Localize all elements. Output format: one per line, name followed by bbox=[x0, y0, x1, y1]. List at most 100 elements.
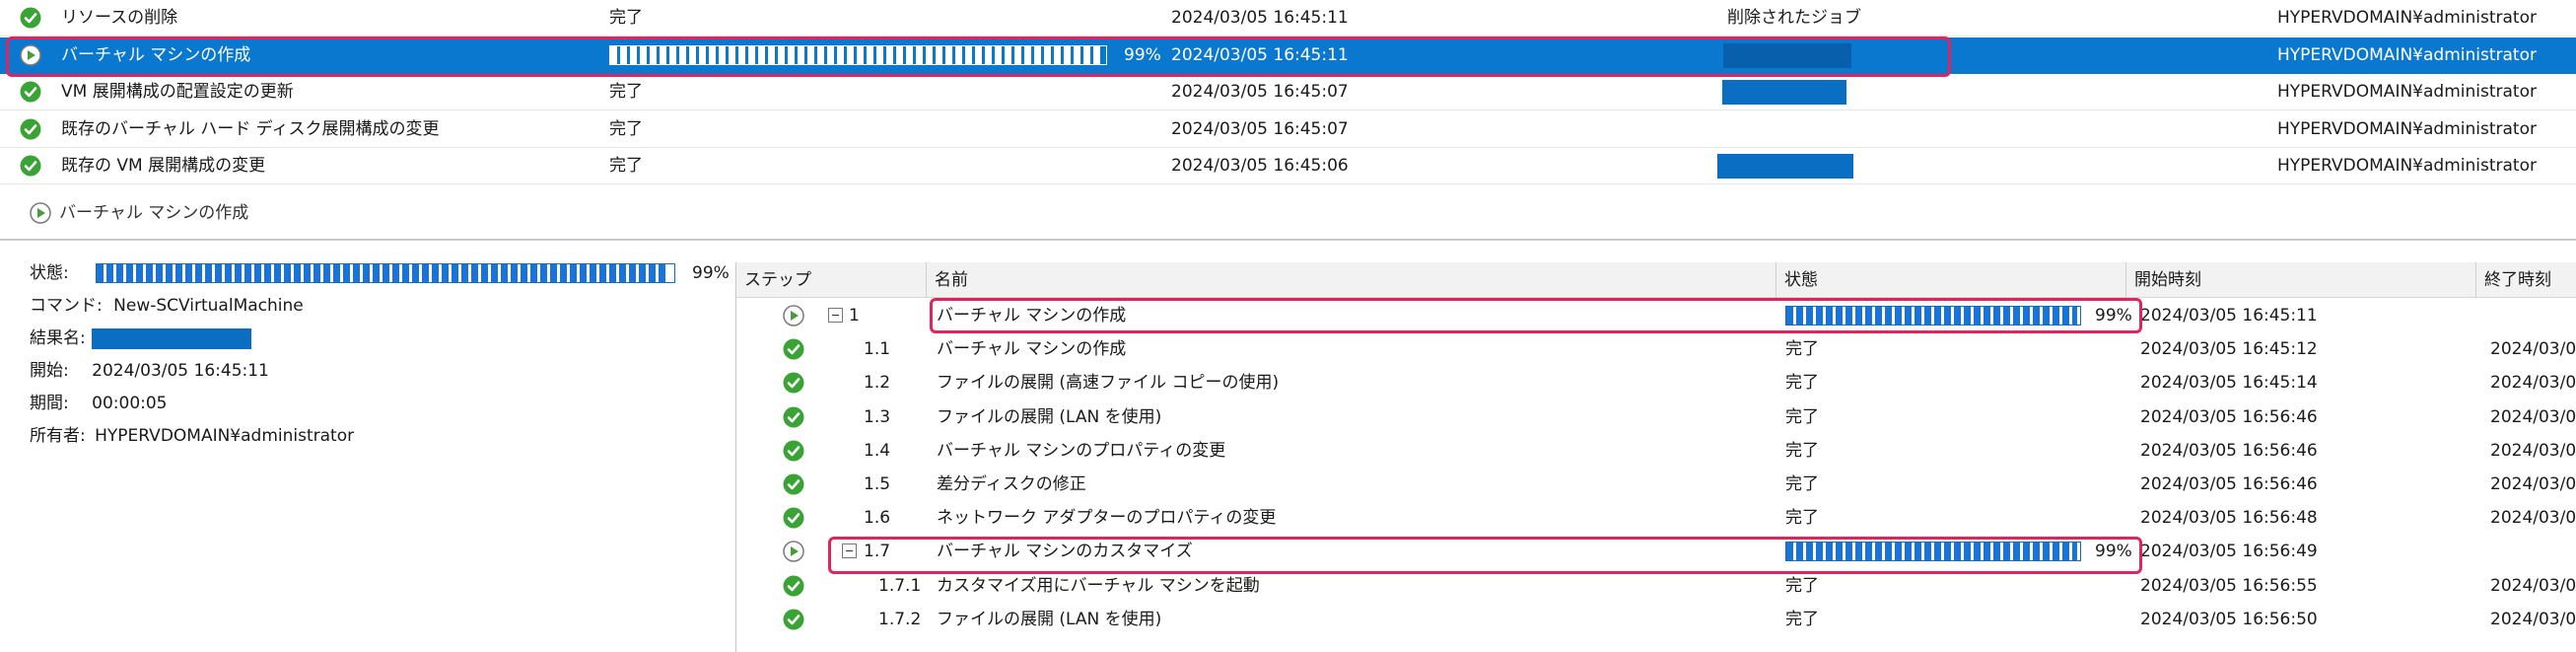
step-row[interactable]: 1.7.2 ファイルの展開 (LAN を使用) 完了 2024/03/05 16:56… bbox=[735, 603, 2576, 636]
step-status: 完了 bbox=[1785, 339, 1819, 360]
check-icon bbox=[783, 507, 804, 529]
step-name: ファイルの展開 (LAN を使用) bbox=[937, 609, 1162, 629]
job-row[interactable]: 既存のバーチャル ハード ディスク展開構成の変更 完了 2024/03/05 16:… bbox=[0, 111, 2576, 148]
collapse-toggle[interactable] bbox=[842, 543, 857, 559]
step-progress-fill bbox=[1786, 307, 2078, 325]
col-step[interactable]: ステップ bbox=[736, 262, 926, 298]
job-row[interactable]: VM 展開構成の配置設定の更新 完了 2024/03/05 16:45:07 HYPE… bbox=[0, 74, 2576, 110]
check-icon bbox=[783, 406, 804, 428]
step-name: カスタマイズ用にバーチャル マシンを起動 bbox=[937, 575, 1260, 596]
step-progress-bar bbox=[1785, 542, 2081, 562]
check-icon bbox=[20, 155, 41, 177]
step-number: 1.7.1 bbox=[878, 575, 922, 596]
detail-title: バーチャル マシンの作成 bbox=[59, 203, 249, 223]
detail-start-row: 開始: 2024/03/05 16:45:11 bbox=[30, 356, 269, 386]
job-start-time: 2024/03/05 16:45:11 bbox=[1171, 8, 1349, 28]
step-name: バーチャル マシンの作成 bbox=[937, 306, 1127, 326]
step-name: ファイルの展開 (高速ファイル コピーの使用) bbox=[937, 373, 1280, 394]
command-label: コマンド: bbox=[30, 296, 103, 316]
col-name[interactable]: 名前 bbox=[926, 262, 1775, 298]
job-row[interactable]: バーチャル マシンの作成 99% 2024/03/05 16:45:11 HYPERV… bbox=[0, 36, 2576, 74]
step-row[interactable]: 1.6 ネットワーク アダプターのプロパティの変更 完了 2024/03/05 16:… bbox=[735, 501, 2576, 535]
job-result-redacted bbox=[1722, 80, 1846, 105]
step-row[interactable]: 1.7 バーチャル マシンのカスタマイズ 99% 2024/03/05 16:56:4… bbox=[735, 535, 2576, 568]
play-icon bbox=[30, 202, 51, 224]
step-progress-fill bbox=[1786, 543, 2078, 561]
col-end[interactable]: 終了時刻 bbox=[2475, 262, 2576, 298]
step-end-time: 2024/03/0 bbox=[2490, 609, 2576, 629]
play-icon bbox=[783, 305, 804, 326]
pane-divider bbox=[0, 239, 2576, 241]
start-value: 2024/03/05 16:45:11 bbox=[92, 361, 269, 381]
step-number: 1.3 bbox=[864, 406, 891, 427]
step-number: 1.7.2 bbox=[878, 609, 922, 629]
owner-label: 所有者: bbox=[30, 426, 86, 446]
check-icon bbox=[783, 473, 804, 495]
job-name: 既存の VM 展開構成の変更 bbox=[61, 156, 266, 176]
detail-header: バーチャル マシンの作成 bbox=[0, 193, 2576, 233]
step-row[interactable]: 1.5 差分ディスクの修正 完了 2024/03/05 16:56:46 2024/03… bbox=[735, 468, 2576, 501]
job-result-redacted bbox=[1717, 154, 1853, 179]
step-start-time: 2024/03/05 16:56:48 bbox=[2140, 508, 2318, 529]
step-number: 1.7 bbox=[864, 542, 891, 562]
col-start[interactable]: 開始時刻 bbox=[2125, 262, 2475, 298]
step-status: 完了 bbox=[1785, 575, 1819, 596]
detail-result-row: 結果名: bbox=[30, 324, 86, 353]
detail-duration-row: 期間: 00:00:05 bbox=[30, 389, 168, 418]
step-number: 1.5 bbox=[864, 474, 891, 494]
owner-value: HYPERVDOMAIN¥administrator bbox=[95, 426, 355, 446]
step-row[interactable]: 1 バーチャル マシンの作成 99% 2024/03/05 16:45:11 bbox=[735, 299, 2576, 332]
job-start-time: 2024/03/05 16:45:11 bbox=[1171, 44, 1349, 65]
detail-command-row: コマンド: New-SCVirtualMachine bbox=[30, 291, 304, 321]
step-name: バーチャル マシンの作成 bbox=[937, 339, 1127, 360]
step-row[interactable]: 1.4 バーチャル マシンのプロパティの変更 完了 2024/03/05 16:56:… bbox=[735, 434, 2576, 468]
step-start-time: 2024/03/05 16:45:12 bbox=[2140, 339, 2318, 360]
check-icon bbox=[783, 440, 804, 462]
step-number: 1.6 bbox=[864, 508, 891, 529]
col-status[interactable]: 状態 bbox=[1775, 262, 2125, 298]
step-row[interactable]: 1.3 ファイルの展開 (LAN を使用) 完了 2024/03/05 16:56:4… bbox=[735, 400, 2576, 434]
step-progress-percent: 99% bbox=[2095, 306, 2132, 326]
check-icon bbox=[783, 575, 804, 597]
play-icon bbox=[783, 541, 804, 563]
job-owner: HYPERVDOMAIN¥administrator bbox=[2277, 156, 2537, 176]
step-start-time: 2024/03/05 16:56:49 bbox=[2140, 542, 2318, 562]
job-status: 完了 bbox=[609, 8, 643, 28]
job-start-time: 2024/03/05 16:45:06 bbox=[1171, 156, 1349, 176]
detail-progress-fill bbox=[97, 264, 669, 282]
job-name: 既存のバーチャル ハード ディスク展開構成の変更 bbox=[61, 118, 440, 139]
step-row[interactable]: 1.1 バーチャル マシンの作成 完了 2024/03/05 16:45:12 2024… bbox=[735, 332, 2576, 366]
step-number: 1 bbox=[849, 306, 860, 326]
job-owner: HYPERVDOMAIN¥administrator bbox=[2277, 118, 2537, 139]
step-row[interactable]: 1.2 ファイルの展開 (高速ファイル コピーの使用) 完了 2024/03/05 1… bbox=[735, 366, 2576, 399]
step-start-time: 2024/03/05 16:56:55 bbox=[2140, 575, 2318, 596]
step-end-time: 2024/03/0 bbox=[2490, 339, 2576, 360]
job-row[interactable]: 既存の VM 展開構成の変更 完了 2024/03/05 16:45:06 HYPER… bbox=[0, 148, 2576, 184]
step-status: 完了 bbox=[1785, 508, 1819, 529]
step-start-time: 2024/03/05 16:45:14 bbox=[2140, 373, 2318, 394]
step-number: 1.1 bbox=[864, 339, 891, 360]
check-icon bbox=[20, 81, 41, 103]
detail-progress-percent: 99% bbox=[692, 263, 730, 283]
steps-table-header: ステップ 名前 状態 開始時刻 終了時刻 bbox=[736, 262, 2576, 298]
job-start-time: 2024/03/05 16:45:07 bbox=[1171, 118, 1349, 139]
step-start-time: 2024/03/05 16:45:11 bbox=[2140, 306, 2318, 326]
step-name: ネットワーク アダプターのプロパティの変更 bbox=[937, 508, 1277, 529]
step-start-time: 2024/03/05 16:56:50 bbox=[2140, 609, 2318, 629]
step-end-time: 2024/03/0 bbox=[2490, 406, 2576, 427]
step-name: ファイルの展開 (LAN を使用) bbox=[937, 406, 1162, 427]
job-row[interactable]: リソースの削除 完了 2024/03/05 16:45:11 削除されたジョブ HYPE… bbox=[0, 0, 2576, 36]
step-status: 完了 bbox=[1785, 440, 1819, 461]
result-value-redacted bbox=[92, 328, 251, 349]
duration-label: 期間: bbox=[30, 394, 69, 413]
check-icon bbox=[783, 609, 804, 630]
job-name: バーチャル マシンの作成 bbox=[61, 44, 251, 65]
step-start-time: 2024/03/05 16:56:46 bbox=[2140, 406, 2318, 427]
collapse-toggle[interactable] bbox=[828, 308, 843, 323]
step-row[interactable]: 1.7.1 カスタマイズ用にバーチャル マシンを起動 完了 2024/03/05 16… bbox=[735, 569, 2576, 603]
step-end-time: 2024/03/0 bbox=[2490, 474, 2576, 494]
step-name: バーチャル マシンのカスタマイズ bbox=[937, 542, 1193, 562]
status-label: 状態: bbox=[30, 263, 69, 283]
play-icon bbox=[20, 43, 41, 66]
job-result-redacted bbox=[1723, 42, 1851, 68]
